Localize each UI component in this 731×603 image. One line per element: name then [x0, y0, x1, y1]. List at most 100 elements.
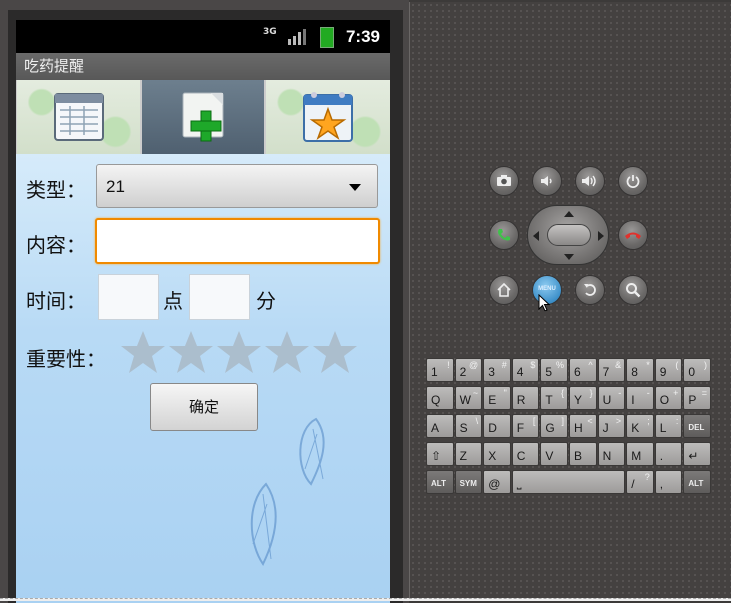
key-0[interactable]: 0)	[683, 358, 711, 382]
key-period[interactable]: .	[654, 442, 683, 466]
volume-down-button[interactable]	[532, 166, 562, 196]
search-button[interactable]	[618, 275, 648, 305]
rating-star-icon[interactable]	[264, 329, 310, 375]
key-p[interactable]: P =	[683, 386, 711, 410]
key-l[interactable]: L:	[654, 414, 683, 438]
key-6[interactable]: 6 ^	[569, 358, 597, 382]
tab-favorites[interactable]	[266, 80, 390, 154]
key-secondary-label: *	[646, 360, 650, 370]
tab-list[interactable]	[17, 80, 140, 154]
key-1[interactable]: 1!	[426, 358, 454, 382]
key-label: ⇧	[431, 449, 442, 463]
key-4[interactable]: 4 $	[511, 358, 540, 382]
key-label: ALT	[688, 479, 704, 488]
key-j[interactable]: J >	[597, 414, 626, 438]
key-at[interactable]: @	[483, 470, 511, 494]
key-z[interactable]: Z	[454, 442, 483, 466]
hour-unit-label: 点	[163, 289, 183, 313]
key-space[interactable]: ⎵	[511, 470, 626, 494]
tab-bar	[16, 80, 390, 154]
key-n[interactable]: N	[597, 442, 626, 466]
end-call-icon	[625, 232, 641, 239]
power-button[interactable]	[618, 166, 648, 196]
key-w[interactable]: W ~	[454, 386, 483, 410]
key-d[interactable]: D	[483, 414, 511, 438]
key-q[interactable]: Q	[426, 386, 454, 410]
key-label: F	[516, 421, 525, 435]
key-alt[interactable]: ALT	[683, 470, 711, 494]
key-label: @	[488, 477, 501, 491]
key-label: DEL	[688, 423, 705, 432]
back-button[interactable]	[575, 275, 605, 305]
volume-up-button[interactable]	[575, 166, 605, 196]
call-button[interactable]	[489, 220, 519, 250]
key-h[interactable]: H <	[569, 414, 597, 438]
key-sym[interactable]: SYM	[454, 470, 483, 494]
content-label: 内容：	[26, 233, 86, 257]
key-r[interactable]: R	[511, 386, 540, 410]
key-g[interactable]: G]	[540, 414, 568, 438]
key-k[interactable]: K;	[626, 414, 654, 438]
key-a[interactable]: A	[426, 414, 454, 438]
key-f[interactable]: F[	[511, 414, 540, 438]
key-y[interactable]: Y}	[569, 386, 597, 410]
key-e[interactable]: E "	[483, 386, 511, 410]
key-c[interactable]: C	[511, 442, 540, 466]
rating-star-icon[interactable]	[216, 329, 262, 375]
home-button[interactable]	[489, 275, 519, 305]
rating-star-icon[interactable]	[168, 329, 214, 375]
hour-input[interactable]	[98, 274, 159, 320]
key-shift[interactable]: ⇧	[426, 442, 454, 466]
mouse-cursor-icon	[538, 294, 550, 312]
key-m[interactable]: M	[626, 442, 654, 466]
camera-button[interactable]	[489, 166, 519, 196]
key-3[interactable]: 3 #	[483, 358, 511, 382]
key-secondary-label: @	[469, 360, 479, 370]
dpad[interactable]	[527, 205, 609, 265]
key-del[interactable]: DEL	[683, 414, 711, 438]
confirm-button[interactable]: 确定	[150, 383, 258, 431]
key-comma[interactable]: ,	[654, 470, 683, 494]
key-u[interactable]: U-	[597, 386, 626, 410]
key-t[interactable]: T{	[540, 386, 568, 410]
key-label: 7	[602, 365, 610, 379]
key-label: 0	[688, 365, 696, 379]
key-label: S	[459, 421, 468, 435]
key-slash[interactable]: /?	[626, 470, 654, 494]
key-enter[interactable]: ↵	[683, 442, 711, 466]
key-8[interactable]: 8 *	[626, 358, 654, 382]
rating-star-icon[interactable]	[120, 329, 166, 375]
chevron-down-icon	[349, 184, 361, 191]
key-2[interactable]: 2 @	[454, 358, 483, 382]
dpad-left-icon	[533, 231, 539, 241]
dpad-center-button[interactable]	[547, 224, 591, 246]
call-icon	[498, 229, 510, 241]
rating-star-icon[interactable]	[312, 329, 358, 375]
key-v[interactable]: V	[540, 442, 568, 466]
power-icon	[626, 175, 640, 188]
calendar-list-icon	[53, 93, 104, 141]
key-s[interactable]: S \	[454, 414, 483, 438]
key-label: U	[602, 393, 612, 407]
key-x[interactable]: X	[483, 442, 511, 466]
key-label: 1	[431, 365, 438, 379]
key-5[interactable]: 5%	[540, 358, 568, 382]
key-b[interactable]: B	[569, 442, 597, 466]
tab-add[interactable]	[142, 80, 264, 154]
camera-icon	[497, 175, 511, 186]
key-7[interactable]: 7 &	[597, 358, 626, 382]
key-alt[interactable]: ALT	[426, 470, 454, 494]
key-i[interactable]: I-	[626, 386, 654, 410]
key-secondary-label: =	[701, 388, 707, 398]
minute-input[interactable]	[189, 274, 250, 320]
emulator-keyboard: 1! 2 @3 #4 $5% 6 ^ 7 & 8 * 9(0) Q W ~ E " R T{Y} U - I - O + P = A S…	[426, 358, 712, 498]
home-icon	[497, 283, 511, 297]
content-input[interactable]	[95, 218, 380, 264]
end-call-button[interactable]	[618, 220, 648, 250]
key-label: 3	[488, 365, 495, 379]
key-9[interactable]: 9(	[654, 358, 683, 382]
key-label: V	[545, 449, 554, 463]
key-o[interactable]: O +	[654, 386, 683, 410]
type-dropdown[interactable]: 21	[96, 164, 378, 208]
key-secondary-label: "	[503, 388, 507, 398]
